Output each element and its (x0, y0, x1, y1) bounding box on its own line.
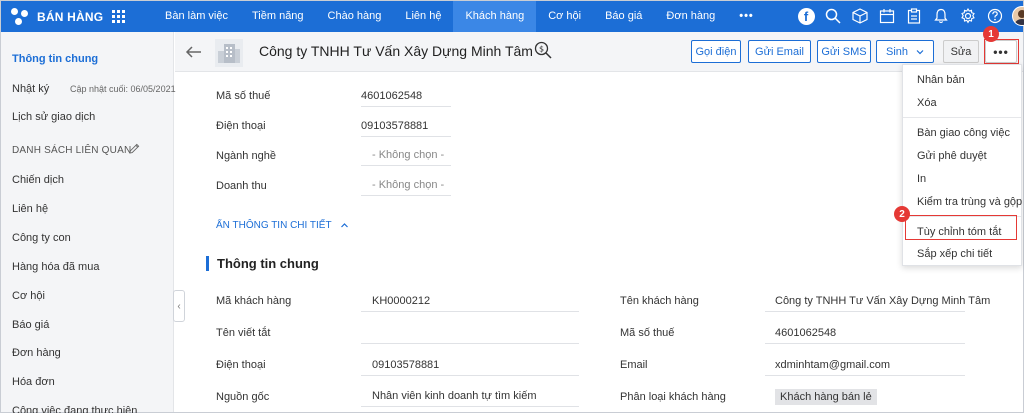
clipboard-icon[interactable] (904, 6, 924, 26)
menu-item-print[interactable]: In (917, 173, 926, 185)
nav-more-button[interactable]: ••• (727, 1, 766, 32)
nav-item-contacts[interactable]: Liên hệ (393, 1, 453, 32)
sidebar-item-general-info[interactable]: Thông tin chung (12, 53, 98, 65)
top-navigation-bar: BÁN HÀNG Bàn làm việc Tiềm năng Chào hàn… (1, 1, 1024, 32)
short-name-label: Tên viết tắt (216, 327, 271, 339)
tax-code-label: Mã số thuế (216, 90, 271, 102)
tax-code-value[interactable]: 4601062548 (361, 90, 422, 102)
menu-item-arrange-details[interactable]: Sắp xếp chi tiết (917, 248, 992, 260)
source-value[interactable]: Nhân viên kinh doanh tự tìm kiếm (372, 390, 537, 402)
industry-label: Ngành nghề (216, 150, 276, 162)
menu-item-duplicate[interactable]: Nhân bản (917, 74, 965, 86)
nav-item-leads[interactable]: Tiềm năng (240, 1, 316, 32)
record-header: Công ty TNHH Tư Vấn Xây Dựng Minh Tâm $ … (175, 32, 1023, 72)
sidebar-item-history[interactable]: Lịch sử giao dịch (12, 111, 95, 123)
company-building-icon (215, 39, 243, 67)
email-label: Email (620, 359, 648, 371)
cube-icon[interactable] (850, 6, 870, 26)
nav-item-offers[interactable]: Chào hàng (316, 1, 394, 32)
highlight-box-more (984, 39, 1019, 64)
sidebar-item-log[interactable]: Nhật ký (12, 83, 49, 95)
main-nav: Bàn làm việc Tiềm năng Chào hàng Liên hệ… (153, 1, 766, 32)
back-arrow-icon[interactable] (184, 42, 204, 62)
nav-item-desk[interactable]: Bàn làm việc (153, 1, 240, 32)
pencil-icon[interactable] (129, 143, 140, 154)
tax-code-value-2[interactable]: 4601062548 (775, 327, 836, 339)
main-content: Mã số thuế 4601062548 Điện thoại 0910357… (175, 73, 990, 413)
menu-item-handover[interactable]: Bàn giao công việc (917, 127, 1010, 139)
send-sms-button[interactable]: Gửi SMS (817, 40, 871, 63)
gear-icon[interactable] (958, 6, 978, 26)
bell-icon[interactable] (931, 6, 951, 26)
brand-logo-icon (11, 8, 29, 26)
industry-select[interactable]: - Không chọn - (372, 149, 444, 161)
menu-item-check-duplicates[interactable]: Kiểm tra trùng và gộp (917, 196, 1022, 208)
edit-button[interactable]: Sửa (943, 40, 979, 63)
highlight-box-customize (905, 215, 1017, 240)
section-title-general: Thông tin chung (206, 256, 319, 271)
generate-label: Sinh (885, 45, 909, 58)
sidebar-item-orders[interactable]: Đơn hàng (12, 347, 61, 359)
phone-value[interactable]: 09103578881 (361, 120, 428, 132)
customer-category-tag[interactable]: Khách hàng bán lẻ (775, 389, 877, 405)
call-button[interactable]: Gọi điện (691, 40, 741, 63)
hide-details-label: ẨN THÔNG TIN CHI TIẾT (216, 220, 332, 231)
customer-code-value[interactable]: KH0000212 (372, 295, 430, 307)
facebook-icon[interactable]: f (796, 6, 816, 26)
customer-name-value[interactable]: Công ty TNHH Tư Vấn Xây Dựng Minh Tâm (775, 295, 990, 307)
sidebar-item-campaigns[interactable]: Chiến dịch (12, 174, 64, 186)
nav-item-customers[interactable]: Khách hàng (453, 1, 537, 32)
sidebar-item-quotes[interactable]: Báo giá (12, 319, 49, 331)
sidebar-item-tasks[interactable]: Công việc đang thực hiện (12, 405, 137, 413)
brand-name: BÁN HÀNG (37, 10, 104, 24)
email-value[interactable]: xdminhtam@gmail.com (775, 359, 890, 371)
sidebar-item-purchased-goods[interactable]: Hàng hóa đã mua (12, 261, 99, 273)
phone-value-2[interactable]: 09103578881 (372, 359, 439, 371)
avatar[interactable] (1012, 6, 1024, 26)
source-label: Nguồn gốc (216, 391, 270, 403)
generate-dropdown-button[interactable]: Sinh (876, 40, 934, 63)
top-icon-bar: f (796, 6, 1024, 26)
sidebar-item-contacts[interactable]: Liên hệ (12, 203, 48, 215)
sidebar-item-subsidiaries[interactable]: Công ty con (12, 232, 71, 244)
page-title: Công ty TNHH Tư Vấn Xây Dựng Minh Tâm (259, 43, 533, 59)
related-list-header: DANH SÁCH LIÊN QUAN (12, 145, 132, 156)
nav-item-opportunities[interactable]: Cơ hội (536, 1, 593, 32)
phone-label: Điện thoại (216, 120, 266, 132)
customer-name-label: Tên khách hàng (620, 295, 699, 307)
customer-category-label: Phân loại khách hàng (620, 391, 726, 403)
hide-details-link[interactable]: ẨN THÔNG TIN CHI TIẾT (216, 220, 349, 231)
calendar-icon[interactable] (877, 6, 897, 26)
svg-text:$: $ (539, 45, 544, 54)
step-badge-2: 2 (894, 206, 910, 222)
chevron-up-icon (340, 223, 348, 228)
sidebar: Thông tin chung Nhật ký Cập nhật cuối: 0… (1, 32, 176, 413)
step-badge-1: 1 (983, 26, 999, 42)
customer-code-label: Mã khách hàng (216, 295, 292, 307)
tax-code-label-2: Mã số thuế (620, 327, 675, 339)
app-grid-icon[interactable] (112, 10, 125, 23)
revenue-select[interactable]: - Không chọn - (372, 179, 444, 191)
send-email-button[interactable]: Gửi Email (748, 40, 811, 63)
nav-item-orders[interactable]: Đơn hàng (654, 1, 727, 32)
phone-label-2: Điện thoại (216, 359, 266, 371)
search-icon[interactable] (823, 6, 843, 26)
money-search-icon[interactable]: $ (534, 41, 552, 59)
menu-item-delete[interactable]: Xóa (917, 97, 937, 109)
chevron-down-icon (916, 49, 924, 54)
menu-item-send-approval[interactable]: Gửi phê duyệt (917, 150, 987, 162)
sidebar-item-opportunities[interactable]: Cơ hội (12, 290, 45, 302)
nav-item-quotes[interactable]: Báo giá (593, 1, 654, 32)
last-update-text: Cập nhật cuối: 06/05/2021 (70, 84, 176, 94)
revenue-label: Doanh thu (216, 180, 267, 192)
sidebar-item-invoices[interactable]: Hóa đơn (12, 376, 55, 388)
help-icon[interactable] (985, 6, 1005, 26)
brand[interactable]: BÁN HÀNG (11, 8, 103, 26)
